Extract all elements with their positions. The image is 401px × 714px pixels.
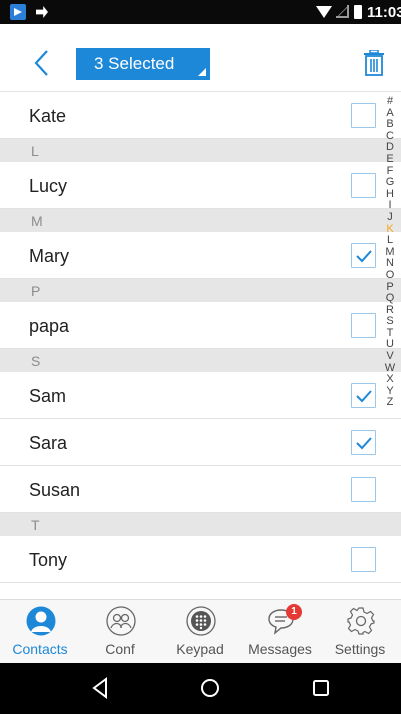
index-letter[interactable]: G	[386, 177, 395, 189]
tab-messages[interactable]: 1 Messages	[240, 600, 320, 664]
alphabet-index[interactable]: # A B C D E F G H I J K L M N O P Q R S T U V W X Y Z	[383, 95, 397, 409]
section-letter: M	[31, 213, 43, 229]
system-nav-bar	[0, 663, 401, 714]
select-checkbox[interactable]	[351, 313, 376, 338]
section-letter: L	[31, 143, 39, 159]
contact-row[interactable]: Susan	[0, 466, 401, 513]
select-checkbox[interactable]	[351, 173, 376, 198]
battery-icon	[354, 5, 362, 19]
status-bar: 11:03	[0, 0, 401, 24]
trash-icon	[364, 49, 384, 76]
dropdown-corner-icon	[198, 68, 206, 76]
index-letter[interactable]: V	[386, 350, 393, 363]
gear-icon	[347, 607, 375, 635]
tab-conf[interactable]: Conf	[80, 600, 160, 664]
checkmark-icon	[356, 250, 372, 263]
contact-row[interactable]: Mary	[0, 232, 401, 279]
contact-name: Tony	[29, 550, 68, 570]
checkmark-icon	[356, 390, 372, 403]
contact-name: Lucy	[29, 176, 68, 196]
contact-list[interactable]: Kate L Lucy M Mary Ppapa S Sam Sara Susan T Tony	[0, 92, 401, 599]
signal-icon	[336, 5, 349, 18]
index-letter[interactable]: E	[386, 153, 393, 166]
index-letter[interactable]: L	[387, 235, 393, 247]
chevron-left-icon	[34, 50, 48, 76]
tab-contacts[interactable]: Contacts	[0, 600, 80, 664]
app-notification-icon	[10, 4, 26, 20]
tab-label: Contacts	[12, 641, 68, 657]
person-icon	[26, 606, 56, 636]
select-checkbox[interactable]	[351, 383, 376, 408]
index-letter[interactable]: #	[387, 95, 393, 108]
section-letter: S	[31, 353, 41, 369]
section-header: M	[0, 209, 401, 232]
contact-row[interactable]: Kate	[0, 92, 401, 139]
section-letter: P	[31, 283, 41, 299]
tab-label: Messages	[248, 641, 312, 657]
index-letter[interactable]: Q	[386, 292, 395, 305]
conference-icon	[106, 606, 136, 636]
tab-settings[interactable]: Settings	[320, 600, 400, 664]
selection-dropdown[interactable]: 3 Selected	[76, 48, 210, 80]
contact-row[interactable]: Tony	[0, 536, 401, 583]
status-time: 11:03	[367, 4, 401, 21]
bottom-tab-bar: Contacts Conf Keypad 1 Messages Settings	[0, 599, 401, 663]
select-checkbox[interactable]	[351, 477, 376, 502]
index-letter[interactable]: Z	[387, 397, 394, 409]
recents-square-icon[interactable]	[310, 676, 332, 700]
contact-row[interactable]: papa	[0, 302, 401, 349]
select-checkbox[interactable]	[351, 547, 376, 572]
select-checkbox[interactable]	[351, 103, 376, 128]
tab-label: Settings	[334, 641, 386, 657]
index-letter[interactable]: J	[387, 211, 393, 224]
section-letter: T	[31, 517, 40, 533]
unread-badge: 1	[286, 604, 302, 620]
arrow-notification-icon	[36, 6, 48, 18]
contact-name: Mary	[29, 246, 69, 266]
index-letter[interactable]: O	[386, 269, 395, 282]
toolbar: 3 Selected	[0, 24, 401, 92]
selection-label: 3 Selected	[94, 54, 175, 73]
checkmark-icon	[356, 437, 372, 450]
contact-name: Susan	[29, 480, 81, 500]
select-checkbox[interactable]	[351, 243, 376, 268]
keypad-icon	[186, 606, 216, 636]
section-header: S	[0, 349, 401, 372]
tab-label: Keypad	[176, 641, 224, 657]
tab-keypad[interactable]: Keypad	[160, 600, 240, 664]
back-button[interactable]	[30, 48, 54, 78]
section-header: P	[0, 279, 401, 302]
select-checkbox[interactable]	[351, 430, 376, 455]
tab-label: Conf	[105, 641, 135, 657]
delete-button[interactable]	[363, 49, 385, 76]
contact-row[interactable]: Sam	[0, 372, 401, 419]
contact-name: Sara	[29, 433, 68, 453]
back-triangle-icon[interactable]	[90, 676, 110, 700]
wifi-icon	[316, 6, 332, 18]
contact-name: Kate	[29, 106, 67, 126]
contact-name: Sam	[29, 386, 67, 406]
contact-row[interactable]: Sara	[0, 419, 401, 466]
contact-row[interactable]: Lucy	[0, 162, 401, 209]
section-header: T	[0, 513, 401, 536]
section-header: L	[0, 139, 401, 162]
home-circle-icon[interactable]	[198, 676, 222, 700]
contact-name: papa	[29, 316, 70, 336]
